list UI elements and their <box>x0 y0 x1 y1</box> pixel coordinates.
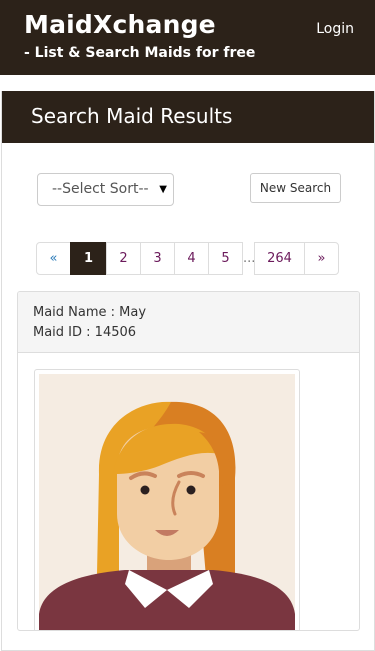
maid-id: Maid ID : 14506 <box>33 325 137 340</box>
maid-card-header: Maid Name : May Maid ID : 14506 <box>18 292 359 353</box>
maid-result-card: Maid Name : May Maid ID : 14506 <box>17 291 360 631</box>
pagination-page-5[interactable]: 5 <box>208 242 243 275</box>
sort-select[interactable]: --Select Sort-- ▼ <box>37 173 174 206</box>
pagination: « 1 2 3 4 5 ... 264 » <box>36 242 339 275</box>
panel-title: Search Maid Results <box>2 91 374 143</box>
pagination-page-last[interactable]: 264 <box>254 242 305 275</box>
pagination-page-1[interactable]: 1 <box>70 242 107 275</box>
top-navbar: MaidXchange - List & Search Maids for fr… <box>0 0 375 75</box>
maid-name: Maid Name : May <box>33 305 147 320</box>
brand-logo[interactable]: MaidXchange <box>24 10 216 39</box>
new-search-button[interactable]: New Search <box>250 173 341 203</box>
brand-tagline: - List & Search Maids for free <box>24 45 256 61</box>
login-link[interactable]: Login <box>316 21 354 37</box>
pagination-next[interactable]: » <box>304 242 339 275</box>
pagination-prev[interactable]: « <box>36 242 71 275</box>
sort-select-value: --Select Sort-- <box>52 181 149 197</box>
pagination-page-2[interactable]: 2 <box>106 242 141 275</box>
pagination-page-3[interactable]: 3 <box>140 242 175 275</box>
search-results-panel: Search Maid Results --Select Sort-- ▼ Ne… <box>1 91 375 651</box>
pagination-page-4[interactable]: 4 <box>174 242 209 275</box>
caret-down-icon: ▼ <box>159 184 167 195</box>
maid-photo[interactable] <box>34 369 300 630</box>
female-avatar-icon <box>39 374 295 630</box>
